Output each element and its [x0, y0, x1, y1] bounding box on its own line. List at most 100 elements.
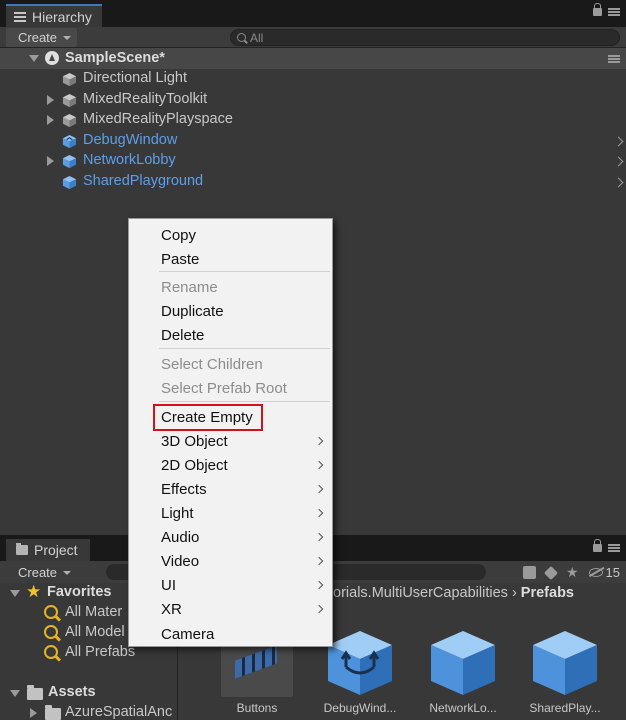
open-prefab-chevron-icon[interactable]: [613, 136, 624, 146]
folder-icon: [45, 705, 61, 720]
search-icon: [237, 33, 246, 42]
create-button-label: Create: [18, 30, 58, 45]
favorites-title: Favorites: [47, 584, 112, 600]
expand-down-icon[interactable]: [10, 690, 20, 697]
item-label: DebugWindow: [83, 131, 178, 148]
submenu-arrow-icon: [314, 556, 324, 566]
menu-item-2d-object[interactable]: 2D Object: [161, 454, 228, 476]
project-create-button[interactable]: Create: [6, 563, 77, 582]
project-tab-controls: [593, 539, 620, 552]
menu-item-ui[interactable]: UI: [161, 574, 176, 596]
gameobject-cube-icon: [62, 93, 77, 107]
scene-menu-icon[interactable]: [608, 55, 620, 63]
breadcrumb-separator-icon: ›: [511, 585, 521, 601]
menu-item-video[interactable]: Video: [161, 550, 199, 572]
asset-tile[interactable]: SharedPlay...: [517, 625, 613, 720]
menu-item-rename: Rename: [161, 278, 218, 296]
dropdown-caret-icon: [63, 35, 72, 40]
hierarchy-tab[interactable]: Hierarchy: [6, 4, 102, 28]
menu-item-camera[interactable]: Camera: [161, 623, 214, 645]
asset-folder-item[interactable]: AzureSpatialAnc: [0, 703, 178, 720]
favorites-star-icon: ★: [26, 582, 42, 601]
asset-tile[interactable]: NetworkLo...: [415, 625, 511, 720]
submenu-arrow-icon: [314, 460, 324, 470]
panel-menu-icon[interactable]: [608, 544, 620, 552]
menu-item-select-prefab-root: Select Prefab Root: [161, 379, 287, 397]
hierarchy-item-mixedrealityplayspace[interactable]: MixedRealityPlayspace: [0, 110, 626, 131]
assets-title: Assets: [48, 684, 96, 700]
save-search-star-icon[interactable]: ★: [566, 564, 579, 581]
hierarchy-tab-bar: Hierarchy: [0, 0, 626, 28]
assets-row[interactable]: Assets: [0, 683, 178, 703]
search-by-type-icon[interactable]: [522, 566, 536, 579]
saved-search-icon: [44, 645, 58, 659]
project-toolbar-icons: ★ 15: [522, 564, 620, 581]
submenu-arrow-icon: [314, 580, 324, 590]
submenu-arrow-icon: [314, 484, 324, 494]
hierarchy-item-networklobby[interactable]: NetworkLobby: [0, 151, 626, 172]
breadcrumb-current[interactable]: Prefabs: [521, 585, 574, 601]
lock-icon[interactable]: [593, 539, 602, 552]
hierarchy-item-debugwindow[interactable]: DebugWindow: [0, 131, 626, 152]
menu-item-duplicate[interactable]: Duplicate: [161, 300, 224, 322]
asset-name: DebugWind...: [323, 701, 397, 715]
hidden-packages-toggle[interactable]: 15: [588, 565, 620, 580]
prefab-cube-icon: [62, 175, 77, 189]
folder-icon: [27, 685, 43, 700]
search-by-label-icon[interactable]: [543, 565, 559, 580]
dropdown-caret-icon: [63, 570, 72, 575]
search-placeholder: All: [250, 30, 264, 45]
breadcrumb: torials.MultiUserCapabilities › Prefabs: [329, 585, 574, 601]
menu-item-light[interactable]: Light: [161, 502, 194, 524]
project-tab[interactable]: Project: [6, 539, 90, 561]
prefab-variant-cube-icon: [328, 631, 392, 695]
prefab-cube-icon: [533, 631, 597, 695]
saved-search-icon: [44, 605, 58, 619]
menu-item-3d-object[interactable]: 3D Object: [161, 430, 331, 452]
favorite-label: All Mater: [65, 604, 123, 620]
menu-item-audio[interactable]: Audio: [161, 526, 199, 548]
prefab-cube-icon: [431, 631, 495, 695]
menu-item-copy[interactable]: Copy: [161, 224, 196, 246]
scene-row[interactable]: SampleScene*: [0, 48, 626, 69]
folder-label: AzureSpatialAnc: [65, 704, 173, 720]
expand-right-icon[interactable]: [47, 115, 54, 125]
open-prefab-chevron-icon[interactable]: [613, 156, 624, 167]
eye-slash-icon: [588, 568, 603, 577]
menu-item-effects[interactable]: Effects: [161, 478, 207, 500]
submenu-arrow-icon: [314, 508, 324, 518]
gameobject-cube-icon: [62, 113, 77, 128]
lock-icon[interactable]: [593, 3, 602, 16]
hierarchy-tree: SampleScene* Directional Light MixedReal…: [0, 48, 626, 192]
open-prefab-chevron-icon[interactable]: [613, 177, 624, 187]
hierarchy-context-menu: Copy Paste Rename Duplicate Delete Selec…: [128, 218, 333, 647]
hierarchy-toolbar: Create All: [0, 27, 626, 48]
hierarchy-item-directional-light[interactable]: Directional Light: [0, 69, 626, 90]
expand-right-icon[interactable]: [47, 156, 54, 166]
create-empty-highlight: [153, 404, 263, 431]
hierarchy-item-mixedrealitytoolkit[interactable]: MixedRealityToolkit: [0, 90, 626, 111]
expand-right-icon[interactable]: [30, 708, 37, 718]
hierarchy-create-button[interactable]: Create: [6, 28, 78, 47]
saved-search-icon: [44, 625, 58, 639]
menu-item-paste[interactable]: Paste: [161, 248, 199, 270]
hierarchy-item-sharedplayground[interactable]: SharedPlayground: [0, 172, 626, 193]
panel-menu-icon[interactable]: [608, 8, 620, 16]
expand-down-icon[interactable]: [10, 590, 20, 597]
submenu-arrow-icon: [314, 532, 324, 542]
hidden-count: 15: [605, 565, 620, 580]
expand-right-icon[interactable]: [47, 94, 54, 105]
hierarchy-tab-controls: [593, 3, 620, 16]
submenu-arrow-icon: [314, 604, 324, 614]
expand-down-icon[interactable]: [29, 55, 39, 62]
hierarchy-search-input[interactable]: All: [230, 29, 620, 46]
project-tab-label: Project: [34, 542, 78, 558]
item-label: Directional Light: [83, 70, 187, 86]
menu-separator: [159, 348, 330, 349]
menu-item-delete[interactable]: Delete: [161, 324, 204, 346]
folder-icon: [16, 543, 28, 555]
menu-item-xr[interactable]: XR: [161, 598, 182, 620]
breadcrumb-path[interactable]: torials.MultiUserCapabilities: [329, 585, 508, 601]
gameobject-cube-icon: [62, 72, 77, 87]
item-label: NetworkLobby: [83, 152, 176, 168]
